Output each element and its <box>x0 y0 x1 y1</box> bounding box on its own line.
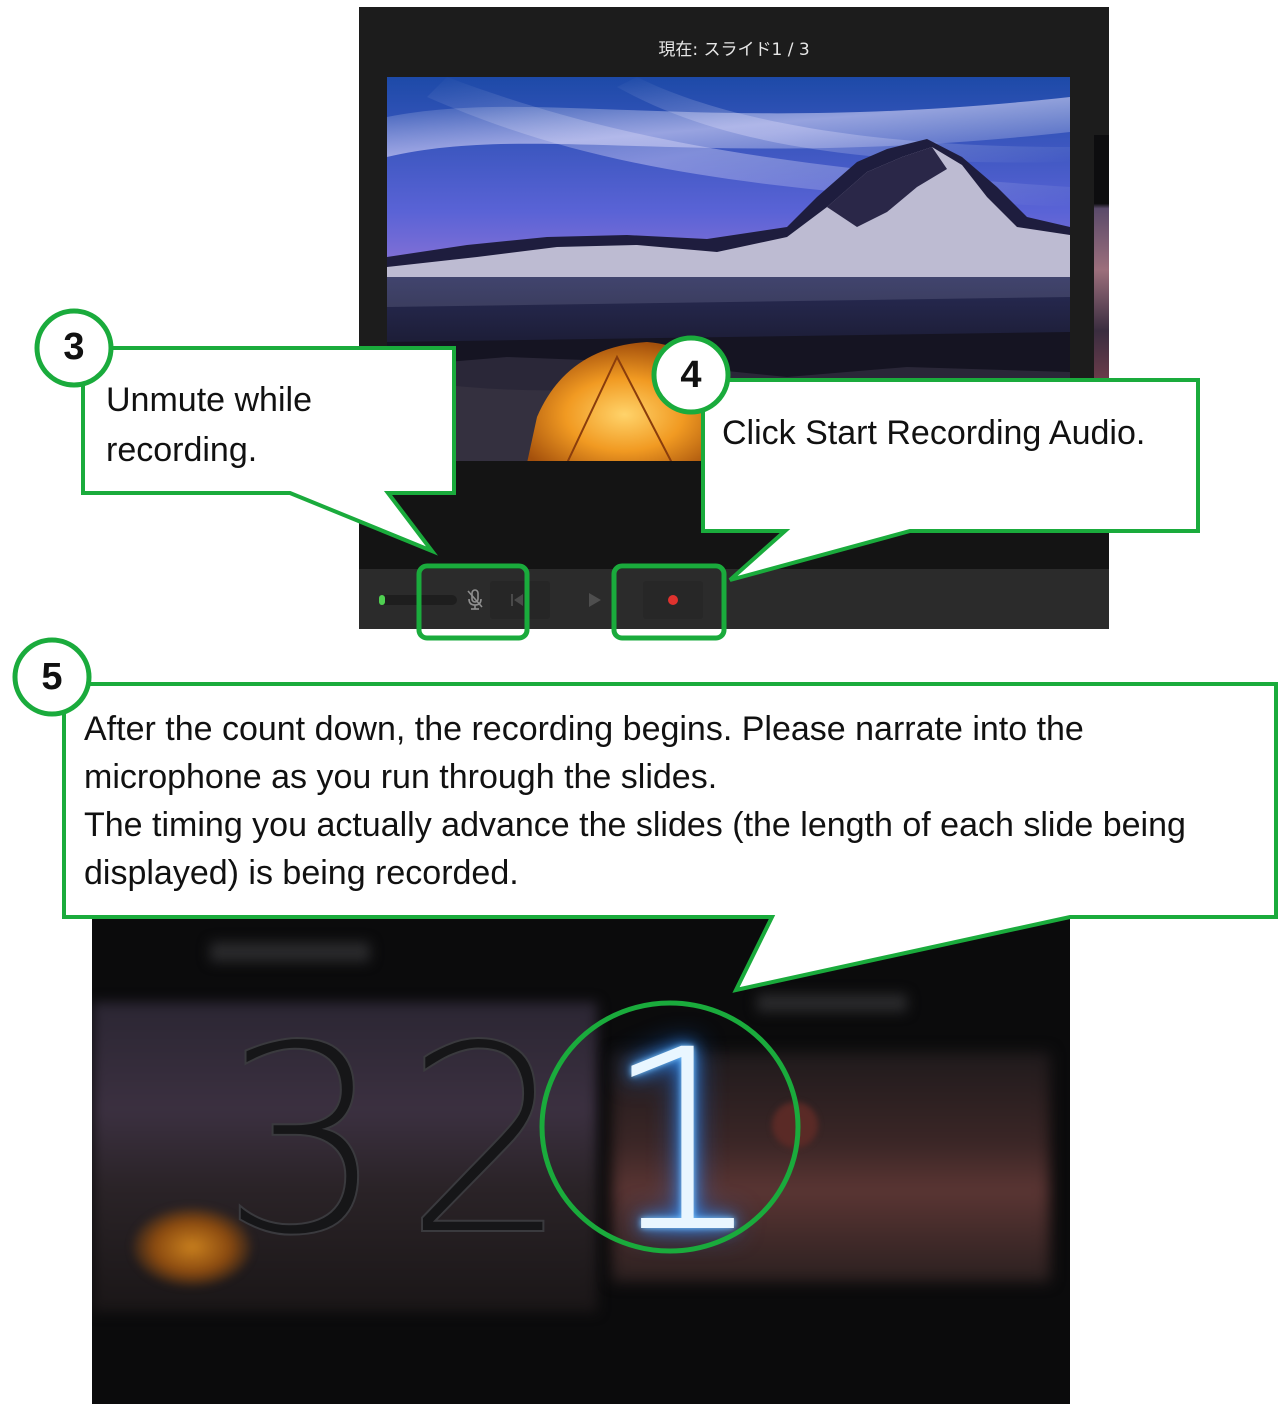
countdown-digit-3: 3 <box>219 991 386 1293</box>
callout-4-text: Click Start Recording Audio. <box>722 414 1146 452</box>
callout-5-line-1: After the count down, the recording begi… <box>84 710 1084 796</box>
start-recording-button[interactable] <box>643 581 703 619</box>
callout-5-text: After the count down, the recording begi… <box>84 705 1264 897</box>
countdown-screen: 3 2 1 <box>92 912 1070 1404</box>
blurred-title-left <box>210 942 370 962</box>
callout-5-line-2: The timing you actually advance the slid… <box>84 806 1186 892</box>
audio-level-meter <box>379 595 457 605</box>
microphone-muted-icon <box>467 589 483 610</box>
skip-back-button[interactable] <box>490 581 550 619</box>
blurred-record-button <box>772 1102 818 1148</box>
mute-microphone-button[interactable] <box>462 587 488 613</box>
slide-preview-image <box>387 77 1070 463</box>
presenter-notes-area <box>359 461 1109 569</box>
play-icon <box>589 593 601 607</box>
slide-indicator: 現在: スライド1 / 3 <box>658 40 810 60</box>
blurred-title-right <box>757 994 907 1012</box>
callout-3-text: Unmute while recording. <box>106 381 312 469</box>
step-number-3: 3 <box>63 326 85 368</box>
step-number-5: 5 <box>41 656 63 698</box>
step-number-4: 4 <box>680 354 702 396</box>
record-dot-icon <box>668 595 678 605</box>
next-slide-thumbnail <box>1094 135 1109 380</box>
recording-toolbar <box>359 569 1109 629</box>
skip-back-icon <box>511 594 523 606</box>
play-button[interactable] <box>580 581 640 619</box>
keynote-record-window: 現在: スライド1 / 3 <box>359 7 1109 629</box>
countdown-digit-active: 1 <box>604 996 764 1287</box>
countdown-digit-2: 2 <box>403 991 570 1293</box>
